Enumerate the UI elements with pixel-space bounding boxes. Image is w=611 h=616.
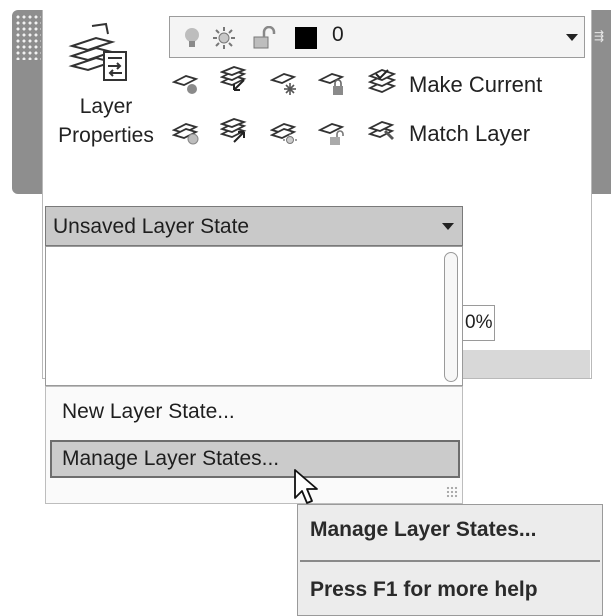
chevron-down-icon[interactable] [442,223,454,230]
make-current-button[interactable]: Make Current [409,72,542,98]
list-scrollbar[interactable] [444,252,458,382]
resize-grip-icon[interactable] [446,486,458,498]
thaw-layer-icon[interactable] [270,120,298,146]
make-current-icon[interactable] [368,68,396,94]
panel-grip-handle[interactable] [15,14,41,60]
layer-properties-button[interactable]: Layer Properties [48,18,164,158]
freeze-layer-icon[interactable] [270,70,298,96]
layer-state-dropdown[interactable]: Unsaved Layer State [45,206,463,246]
match-layer-icon[interactable] [368,118,396,144]
unlock-icon [253,26,276,49]
panel-options-icon[interactable]: ⇶ [594,30,604,42]
layer-on-icon[interactable] [172,120,200,146]
new-layer-state-item[interactable]: New Layer State... [62,400,235,424]
layer-properties-icon [68,22,127,81]
layer-state-list[interactable] [45,246,463,386]
manage-layer-states-label: Manage Layer States... [62,447,280,470]
layer-color-swatch [295,27,317,49]
light-bulb-icon [185,28,199,47]
layer-properties-label-line1: Layer [79,95,133,118]
panel-title-bar [463,350,590,378]
unisolate-layer-icon[interactable] [220,118,248,144]
tooltip-divider [300,560,600,562]
layer-properties-label-line2: Properties [58,124,154,147]
tooltip-title: Manage Layer States... [310,518,537,541]
lock-layer-icon[interactable] [318,70,346,96]
current-layer-name: 0 [332,23,344,46]
layer-dropdown[interactable]: 0 [169,16,585,58]
layer-state-value: Unsaved Layer State [53,215,250,238]
match-layer-button[interactable]: Match Layer [409,121,530,147]
transparency-field[interactable]: 0% [463,305,495,341]
tooltip-help-text: Press F1 for more help [310,578,538,601]
layer-off-icon[interactable] [172,70,200,96]
sun-icon [213,27,235,49]
unlock-layer-icon[interactable] [318,120,346,146]
isolate-layer-icon[interactable] [220,66,248,92]
chevron-down-icon[interactable] [566,34,578,41]
mouse-pointer-icon [294,469,318,504]
